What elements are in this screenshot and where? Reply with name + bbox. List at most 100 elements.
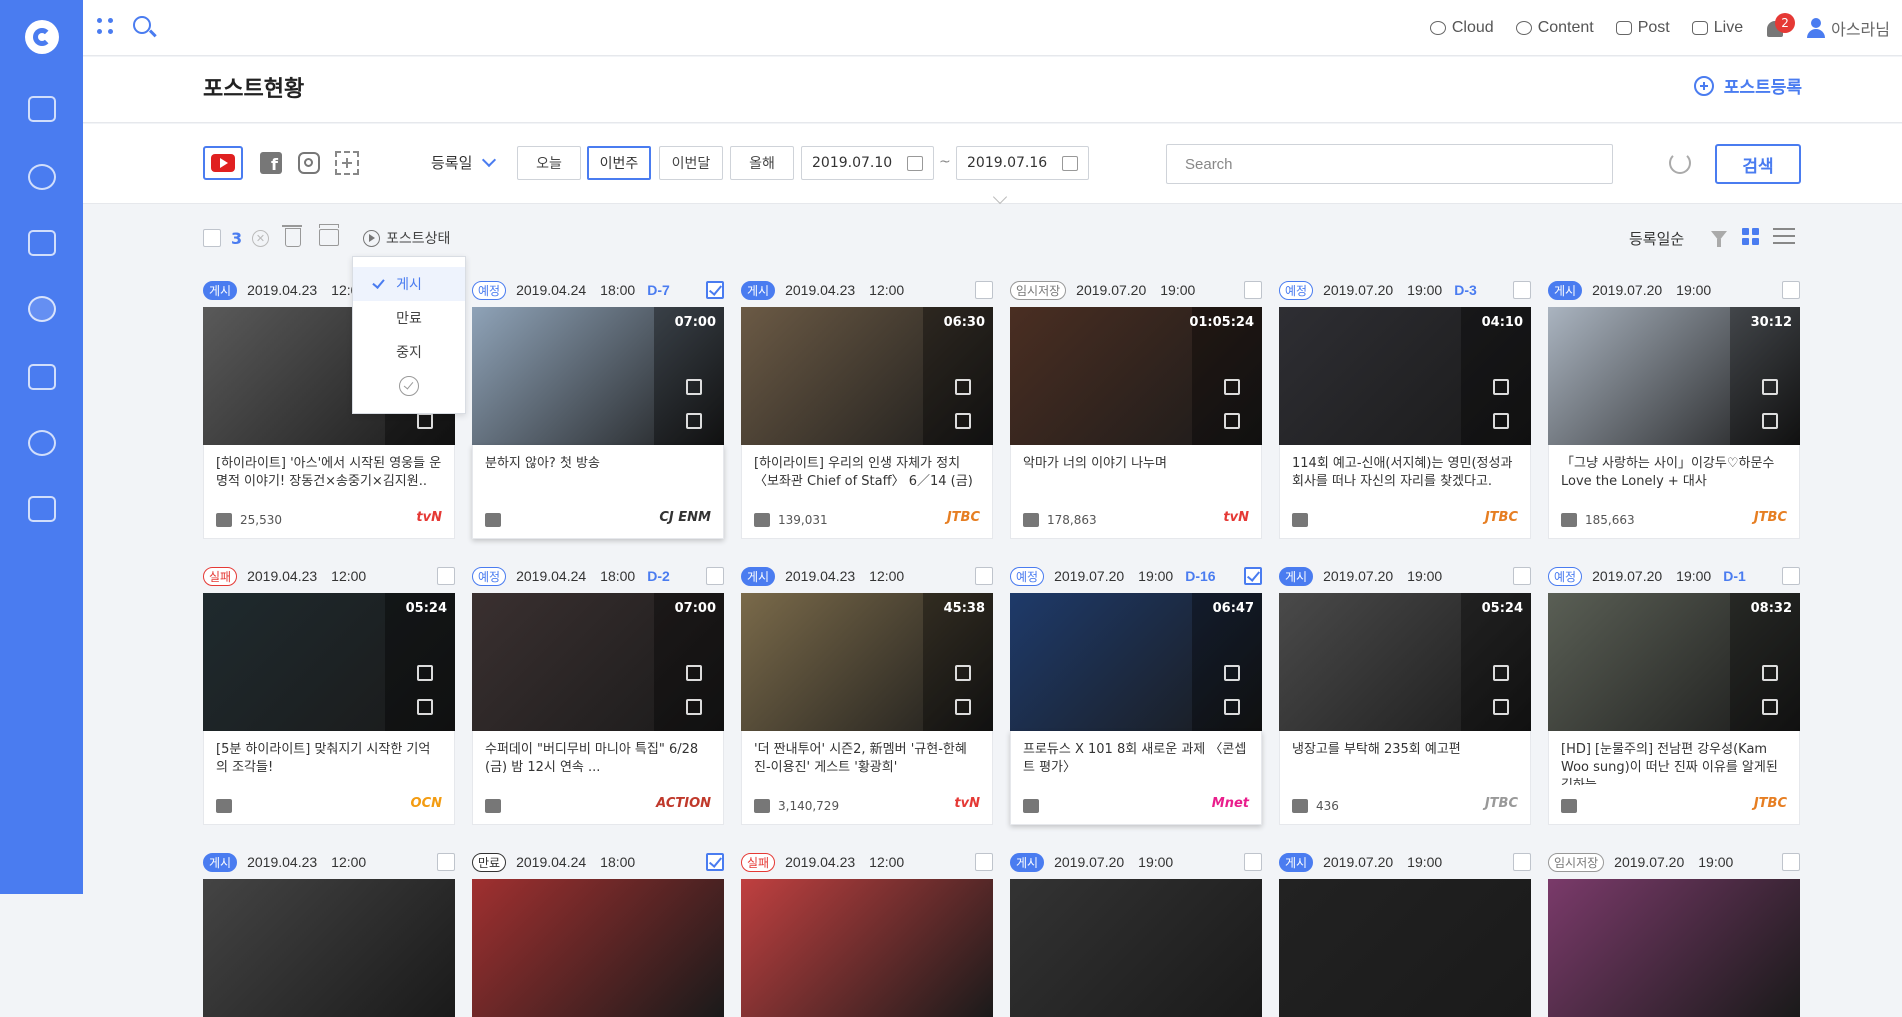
video-thumbnail[interactable] xyxy=(741,879,993,1017)
instagram-filter-icon[interactable] xyxy=(289,146,329,180)
youtube-filter-icon[interactable] xyxy=(203,146,243,180)
post-card[interactable]: 예정 2019.07.20 19:00 D-16 06:47 프로듀스 X 10… xyxy=(1010,559,1262,825)
date-type-select[interactable]: 등록일 xyxy=(431,152,497,173)
post-card[interactable]: 게시 2019.04.23 12:00 xyxy=(203,845,455,1017)
nav-live[interactable]: Live xyxy=(1691,19,1743,37)
laptop-icon[interactable] xyxy=(28,496,56,522)
delete-icon[interactable] xyxy=(1224,699,1240,715)
trash-icon[interactable] xyxy=(282,225,302,247)
post-card[interactable]: 임시저장 2019.07.20 19:00 xyxy=(1548,845,1800,1017)
post-card[interactable]: 게시 2019.04.23 12:00 45:38 '더 짠내투어' 시즌2, … xyxy=(741,559,993,825)
confirm-option[interactable] xyxy=(353,369,465,403)
post-card[interactable]: 게시 2019.07.20 19:00 xyxy=(1279,845,1531,1017)
video-thumbnail[interactable]: 08:32 xyxy=(1548,593,1800,731)
edit-icon[interactable] xyxy=(417,665,433,681)
post-title[interactable]: 프로듀스 X 101 8회 새로운 과제 〈콘셉트 평가〉 xyxy=(1011,731,1261,785)
register-post-button[interactable]: 포스트등록 xyxy=(1693,73,1802,98)
post-card[interactable]: 예정 2019.04.24 18:00 D-2 07:00 수퍼데이 "버디무비… xyxy=(472,559,724,825)
post-title[interactable]: [5분 하이라이트] 맞춰지기 시작한 기억의 조각들! xyxy=(204,731,454,785)
user-menu[interactable]: 아스라님 xyxy=(1807,16,1890,40)
post-title[interactable]: 악마가 너의 이야기 나누며 xyxy=(1011,445,1261,499)
edit-icon[interactable] xyxy=(686,665,702,681)
post-title[interactable]: 분하지 않아? 첫 방송 xyxy=(473,445,723,499)
search-button[interactable]: 검색 xyxy=(1715,144,1801,184)
share-icon[interactable] xyxy=(1493,699,1509,715)
date-to-field[interactable]: 2019.07.16 xyxy=(956,146,1089,180)
post-title[interactable]: [HD] [눈물주의] 전남편 강우성(Kam Woo sung)이 떠난 진짜… xyxy=(1549,731,1799,785)
card-checkbox[interactable] xyxy=(1782,281,1800,299)
period-today-button[interactable]: 오늘 xyxy=(517,146,581,180)
card-checkbox[interactable] xyxy=(1782,853,1800,871)
video-thumbnail[interactable]: 05:24 xyxy=(203,593,455,731)
card-checkbox[interactable] xyxy=(1244,567,1262,585)
card-checkbox[interactable] xyxy=(706,853,724,871)
card-checkbox[interactable] xyxy=(437,567,455,585)
card-checkbox[interactable] xyxy=(1513,853,1531,871)
apps-grid-icon[interactable] xyxy=(97,18,115,36)
card-checkbox[interactable] xyxy=(706,567,724,585)
post-title[interactable]: 「그냥 사랑하는 사이」이강두♡하문수 Love the Lonely + 대사 xyxy=(1549,445,1799,499)
status-option-expired[interactable]: 만료 xyxy=(353,301,465,335)
edit-icon[interactable] xyxy=(686,379,702,395)
card-checkbox[interactable] xyxy=(706,281,724,299)
post-status-filter[interactable]: 포스트상태 xyxy=(363,228,450,248)
post-title[interactable]: [하이라이트] 우리의 인생 자체가 정치 〈보좌관 Chief of Staf… xyxy=(742,445,992,499)
channels-icon[interactable] xyxy=(28,164,56,190)
post-card[interactable]: 예정 2019.07.20 19:00 D-1 08:32 [HD] [눈물주의… xyxy=(1548,559,1800,825)
post-card[interactable]: 게시 2019.04.23 12:00 06:30 [하이라이트] 우리의 인생… xyxy=(741,273,993,539)
search-icon[interactable] xyxy=(133,16,151,34)
post-card[interactable]: 게시 2019.07.20 19:00 05:24 냉장고를 부탁해 235회 … xyxy=(1279,559,1531,825)
date-from-field[interactable]: 2019.07.10 xyxy=(801,146,934,180)
video-thumbnail[interactable]: 45:38 xyxy=(741,593,993,731)
card-checkbox[interactable] xyxy=(437,853,455,871)
period-this-month-button[interactable]: 이번달 xyxy=(659,146,723,180)
edit-icon[interactable] xyxy=(1493,379,1509,395)
video-thumbnail[interactable]: 07:00 xyxy=(472,307,724,445)
stats-icon[interactable] xyxy=(955,665,971,681)
grid-view-icon[interactable] xyxy=(1742,228,1759,245)
add-platform-icon[interactable] xyxy=(327,146,367,180)
refresh-icon[interactable] xyxy=(1669,152,1691,174)
video-thumbnail[interactable]: 06:47 xyxy=(1010,593,1262,731)
share-icon[interactable] xyxy=(1762,413,1778,429)
post-title[interactable]: 수퍼데이 "버디무비 마니아 특집" 6/28 (금) 밤 12시 연속 ... xyxy=(473,731,723,785)
card-checkbox[interactable] xyxy=(1244,853,1262,871)
video-thumbnail[interactable]: 07:00 xyxy=(472,593,724,731)
stats-icon[interactable] xyxy=(955,379,971,395)
post-card[interactable]: 만료 2019.04.24 18:00 xyxy=(472,845,724,1017)
archive-icon[interactable] xyxy=(319,224,339,246)
filter-funnel-icon[interactable] xyxy=(1711,231,1727,247)
post-card[interactable]: 예정 2019.04.24 18:00 D-7 07:00 분하지 않아? 첫 … xyxy=(472,273,724,539)
nav-post[interactable]: Post xyxy=(1615,19,1670,37)
card-checkbox[interactable] xyxy=(1244,281,1262,299)
stats-icon[interactable] xyxy=(1493,665,1509,681)
video-thumbnail[interactable] xyxy=(1010,879,1262,1017)
post-title[interactable]: '더 짠내투어' 시즌2, 新멤버 '규현-한혜진-이용진' 게스트 '황광희' xyxy=(742,731,992,785)
notification-bell-icon[interactable]: 2 xyxy=(1765,13,1796,39)
nav-content[interactable]: Content xyxy=(1515,19,1594,37)
dashboard-icon[interactable] xyxy=(28,96,56,122)
status-option-stopped[interactable]: 중지 xyxy=(353,335,465,369)
clear-selection-icon[interactable]: ✕ xyxy=(252,230,269,247)
video-icon[interactable] xyxy=(28,230,56,256)
card-checkbox[interactable] xyxy=(975,281,993,299)
delete-icon[interactable] xyxy=(686,413,702,429)
delete-icon[interactable] xyxy=(1224,413,1240,429)
card-checkbox[interactable] xyxy=(975,853,993,871)
search-input[interactable] xyxy=(1166,144,1613,184)
card-checkbox[interactable] xyxy=(1513,281,1531,299)
card-checkbox[interactable] xyxy=(1782,567,1800,585)
post-card[interactable]: 게시 2019.07.20 19:00 xyxy=(1010,845,1262,1017)
edit-icon[interactable] xyxy=(1224,665,1240,681)
post-card[interactable]: 실패 2019.04.23 12:00 xyxy=(741,845,993,1017)
post-card[interactable]: 예정 2019.07.20 19:00 D-3 04:10 114회 예고-신애… xyxy=(1279,273,1531,539)
post-status-icon[interactable] xyxy=(28,296,56,322)
facebook-filter-icon[interactable]: f xyxy=(251,146,291,180)
share-icon[interactable] xyxy=(955,413,971,429)
nav-cloud[interactable]: Cloud xyxy=(1429,19,1494,37)
app-logo[interactable] xyxy=(25,20,59,54)
video-thumbnail[interactable]: 01:05:24 xyxy=(1010,307,1262,445)
post-card[interactable]: 임시저장 2019.07.20 19:00 01:05:24 악마가 너의 이야… xyxy=(1010,273,1262,539)
card-checkbox[interactable] xyxy=(1513,567,1531,585)
edit-icon[interactable] xyxy=(1762,665,1778,681)
